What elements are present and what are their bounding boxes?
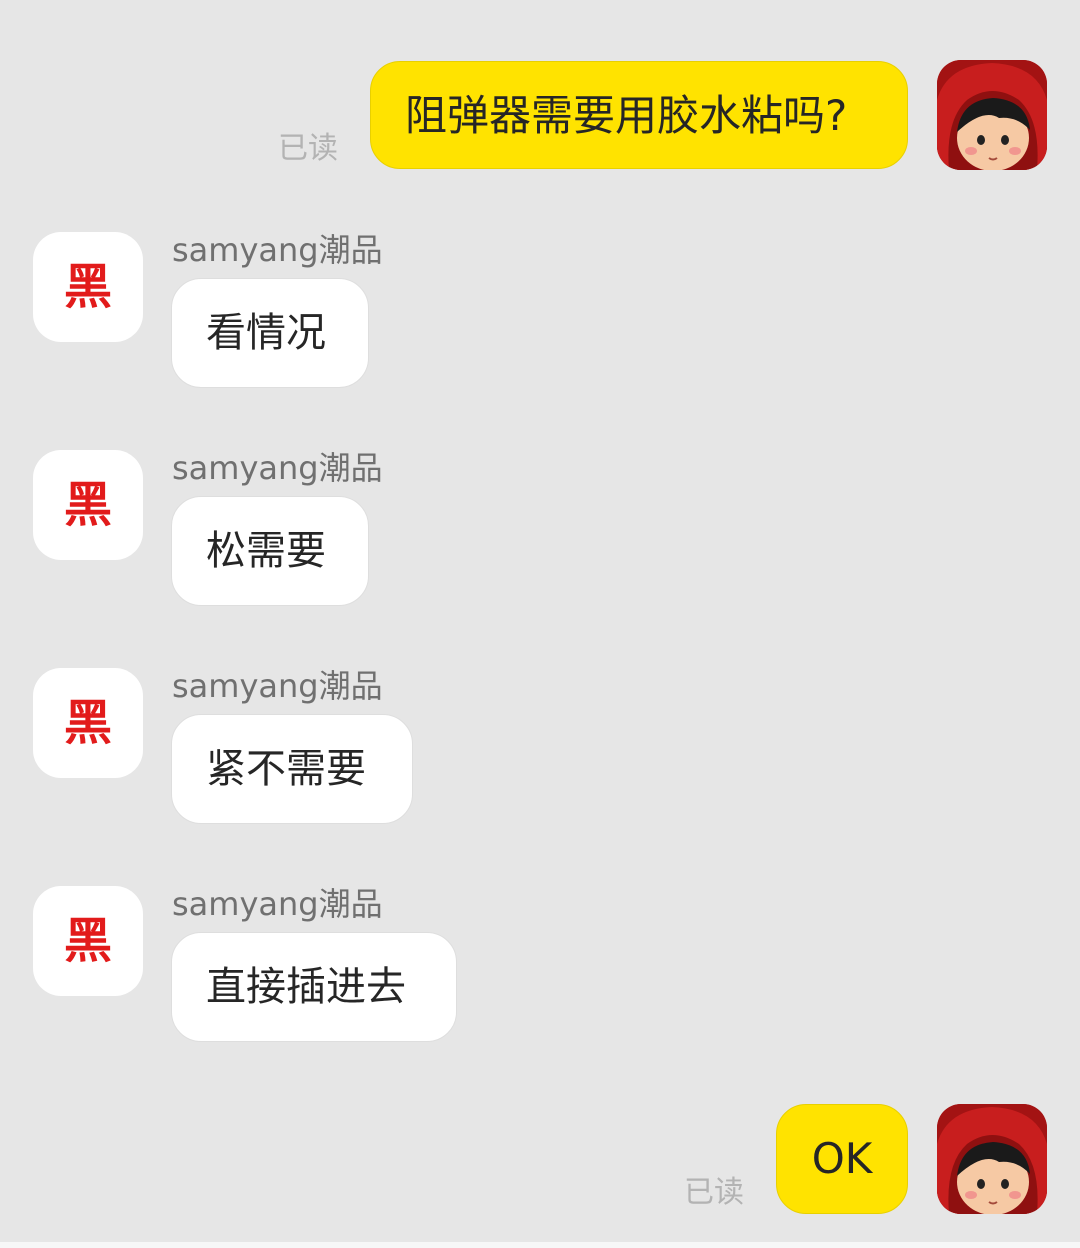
user-avatar-red-hood-icon (937, 1104, 1047, 1214)
chat-message-list[interactable]: 已读 阻弹器需要用胶水粘吗? 黑 samyang潮品 看情况 黑 samyang… (0, 0, 1080, 1242)
shop-avatar-icon: 黑 (63, 913, 112, 969)
contact-avatar[interactable]: 黑 (33, 232, 143, 342)
sender-name: samyang潮品 (172, 449, 383, 487)
incoming-message-bubble[interactable]: 紧不需要 (171, 714, 413, 824)
my-avatar[interactable] (937, 60, 1047, 170)
contact-avatar[interactable]: 黑 (33, 450, 143, 560)
sender-name: samyang潮品 (172, 885, 383, 923)
outgoing-message-bubble[interactable]: OK (776, 1104, 908, 1214)
sender-name: samyang潮品 (172, 667, 383, 705)
outgoing-message-bubble[interactable]: 阻弹器需要用胶水粘吗? (370, 61, 908, 169)
shop-avatar-icon: 黑 (63, 695, 112, 751)
my-avatar[interactable] (937, 1104, 1047, 1214)
bottom-divider (0, 1242, 1080, 1248)
read-status: 已读 (684, 1175, 744, 1210)
incoming-message-bubble[interactable]: 松需要 (171, 496, 369, 606)
sender-name: samyang潮品 (172, 231, 383, 269)
shop-avatar-icon: 黑 (63, 477, 112, 533)
shop-avatar-icon: 黑 (63, 259, 112, 315)
incoming-message-bubble[interactable]: 直接插进去 (171, 932, 457, 1042)
contact-avatar[interactable]: 黑 (33, 668, 143, 778)
contact-avatar[interactable]: 黑 (33, 886, 143, 996)
read-status: 已读 (278, 131, 338, 166)
user-avatar-red-hood-icon (937, 60, 1047, 170)
incoming-message-bubble[interactable]: 看情况 (171, 278, 369, 388)
